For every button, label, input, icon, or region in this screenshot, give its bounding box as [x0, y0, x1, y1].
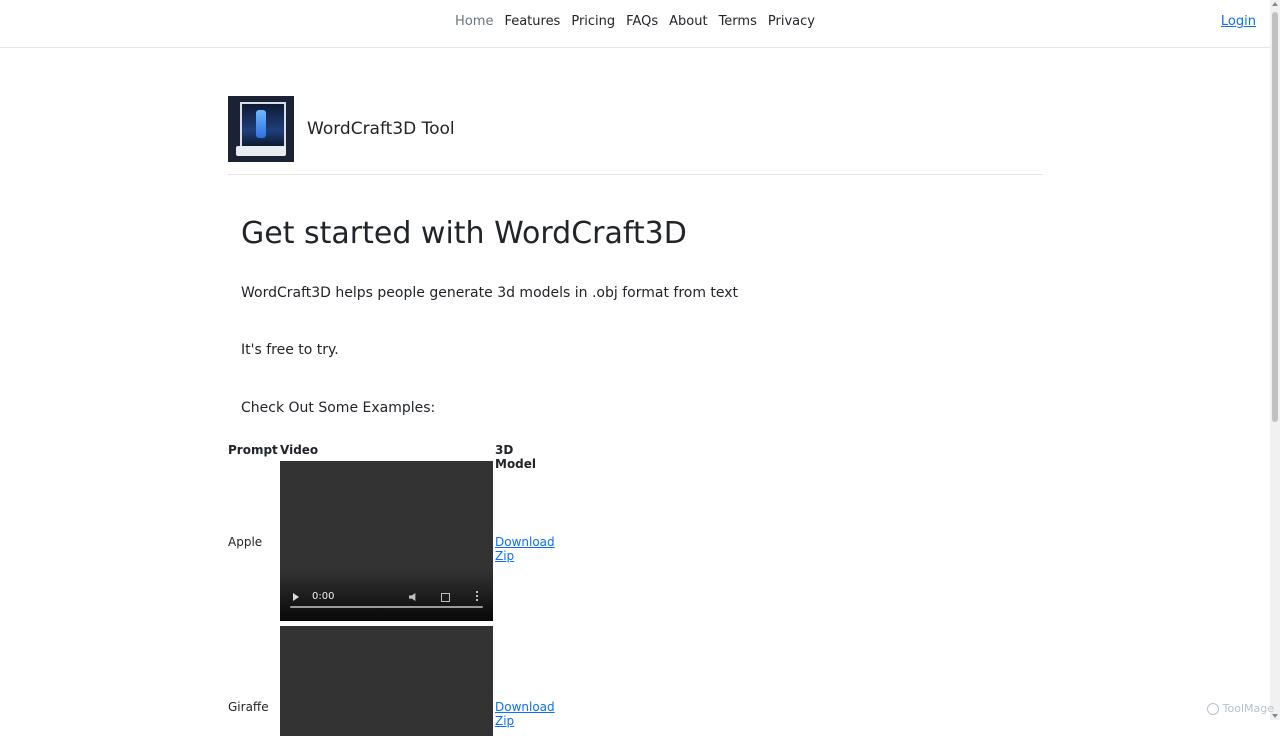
column-header-video: Video: [280, 443, 319, 457]
scroll-up-icon[interactable]: [1272, 2, 1278, 6]
login-link[interactable]: Login: [1221, 14, 1256, 29]
video-time: 0:00: [312, 591, 335, 602]
free-text: It's free to try.: [241, 342, 339, 358]
brand-header: WordCraft3D Tool: [228, 96, 455, 162]
column-header-prompt: Prompt: [228, 443, 278, 457]
scrollbar-thumb[interactable]: [1272, 12, 1278, 422]
row-prompt-giraffe: Giraffe: [228, 700, 269, 714]
3d-printer-icon: [228, 96, 294, 162]
video-progress-bar[interactable]: [290, 606, 483, 608]
download-zip-giraffe[interactable]: Download Zip: [495, 700, 555, 728]
nav-faqs[interactable]: FAQs: [626, 14, 658, 29]
nav-about[interactable]: About: [669, 14, 707, 29]
nav-links: Home Features Pricing FAQs About Terms P…: [0, 14, 1270, 29]
intro-text: WordCraft3D helps people generate 3d mod…: [241, 285, 739, 301]
fullscreen-icon[interactable]: [441, 593, 450, 602]
video-player-apple[interactable]: 0:00: [280, 461, 493, 621]
watermark: ToolMage: [1206, 702, 1274, 715]
download-zip-apple[interactable]: Download Zip: [495, 535, 555, 563]
nav-pricing[interactable]: Pricing: [571, 14, 615, 29]
toolmage-logo-icon: [1206, 702, 1219, 715]
page-scrollbar[interactable]: [1270, 0, 1280, 720]
nav-home[interactable]: Home: [455, 14, 493, 29]
watermark-text: ToolMage: [1222, 702, 1274, 715]
nav-privacy[interactable]: Privacy: [768, 14, 815, 29]
video-controls: 0:00: [280, 569, 493, 621]
top-navbar: Home Features Pricing FAQs About Terms P…: [0, 0, 1270, 48]
volume-icon[interactable]: [409, 593, 416, 601]
page-title: Get started with WordCraft3D: [241, 216, 687, 251]
play-icon[interactable]: [293, 593, 299, 601]
column-header-3d-model: 3D Model: [495, 443, 537, 471]
nav-terms[interactable]: Terms: [719, 14, 757, 29]
examples-label: Check Out Some Examples:: [241, 400, 436, 416]
more-options-icon[interactable]: [476, 591, 478, 601]
row-prompt-apple: Apple: [228, 535, 263, 549]
header-divider: [228, 174, 1043, 175]
brand-name: WordCraft3D Tool: [307, 119, 455, 139]
nav-features[interactable]: Features: [504, 14, 560, 29]
